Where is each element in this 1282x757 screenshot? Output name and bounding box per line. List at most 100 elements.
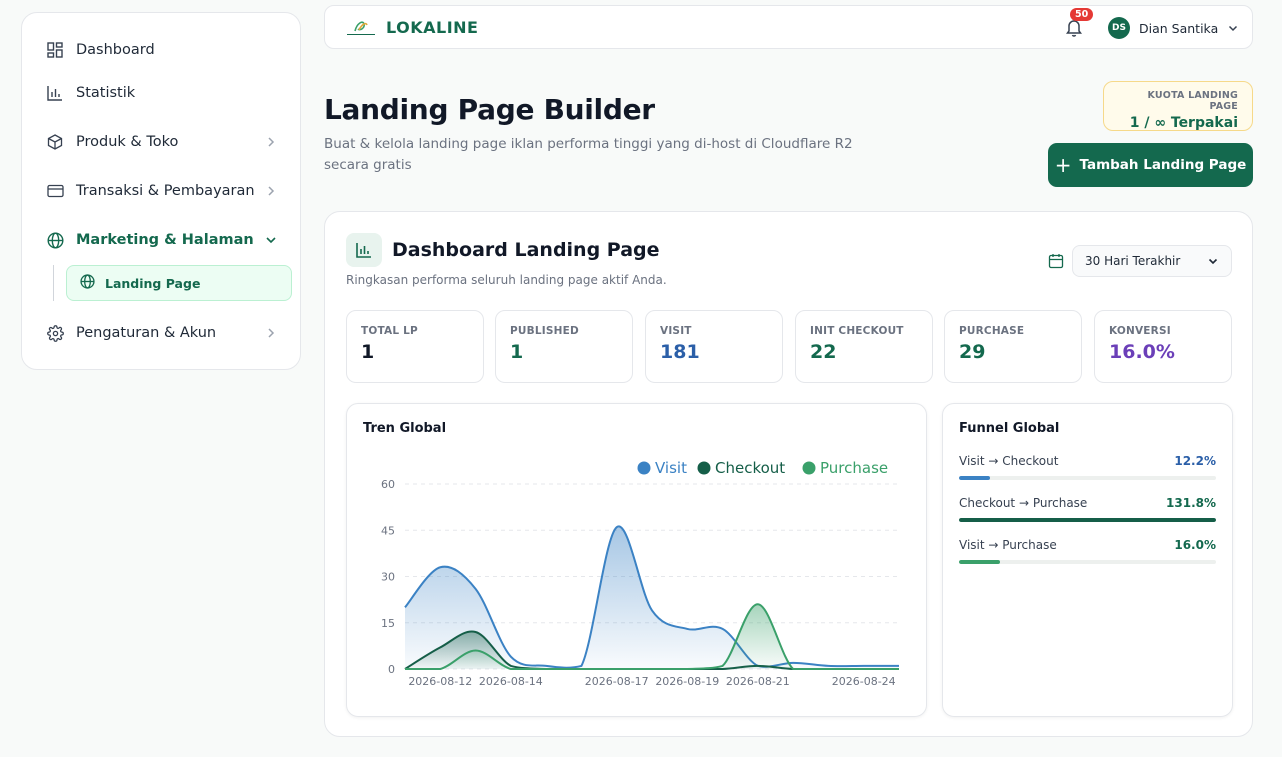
stat-label: INIT CHECKOUT <box>810 325 904 337</box>
stat-total-lp: TOTAL LP 1 <box>346 310 484 383</box>
sidebar-item-statistik[interactable]: Statistik <box>46 78 278 108</box>
x-tick-label: 2026-08-14 <box>479 675 543 688</box>
chevron-right-icon <box>268 186 275 196</box>
bar-chart-icon <box>346 233 382 267</box>
funnel-track <box>959 560 1216 564</box>
chevron-right-icon <box>268 137 275 147</box>
funnel-value: 16.0% <box>1174 538 1216 552</box>
y-tick-label: 60 <box>381 478 395 491</box>
date-range-select[interactable]: 30 Hari Terakhir <box>1072 245 1232 277</box>
funnel-row: Checkout → Purchase 131.8% <box>959 496 1216 522</box>
add-landing-page-button[interactable]: + Tambah Landing Page <box>1048 143 1253 187</box>
trend-chart[interactable]: 0 15 30 45 60 2026-08-12 2026-08-14 2026-08-17 2… <box>347 404 926 716</box>
chevron-down-icon <box>1229 25 1238 32</box>
stat-value: 29 <box>959 341 986 363</box>
funnel-fill <box>959 560 1001 564</box>
stat-init-checkout: INIT CHECKOUT 22 <box>795 310 933 383</box>
sidebar-item-marketing[interactable]: Marketing & Halaman <box>46 225 278 255</box>
sidebar-item-transaksi[interactable]: Transaksi & Pembayaran <box>46 176 278 206</box>
sidebar-item-label: Dashboard <box>76 42 155 58</box>
stat-label: TOTAL LP <box>361 325 418 337</box>
sidebar: Dashboard Statistik Produk & Toko Transa… <box>21 12 301 370</box>
box-icon <box>46 133 64 151</box>
date-range-value: 30 Hari Terakhir <box>1085 254 1181 268</box>
stat-published: PUBLISHED 1 <box>495 310 633 383</box>
stat-visit: VISIT 181 <box>645 310 783 383</box>
stat-value: 181 <box>660 341 700 363</box>
globe-icon <box>46 231 64 249</box>
sidebar-item-pengaturan[interactable]: Pengaturan & Akun <box>46 318 278 348</box>
x-tick-label: 2026-08-21 <box>726 675 790 688</box>
y-tick-label: 30 <box>381 571 395 584</box>
dashboard-subtitle: Ringkasan performa seluruh landing page … <box>346 273 667 287</box>
credit-card-icon <box>46 182 64 200</box>
funnel-title: Funnel Global <box>959 421 1060 436</box>
funnel-track <box>959 476 1216 480</box>
brand-name[interactable]: LOKALINE <box>386 18 478 37</box>
dashboard-title: Dashboard Landing Page <box>392 239 660 261</box>
funnel-fill <box>959 518 1216 522</box>
stat-value: 16.0% <box>1109 341 1175 363</box>
funnel-value: 12.2% <box>1174 454 1216 468</box>
chevron-right-icon <box>268 328 275 338</box>
legend-marker-checkout <box>697 461 711 475</box>
y-tick-label: 0 <box>388 663 395 676</box>
sidebar-item-produk-toko[interactable]: Produk & Toko <box>46 127 278 157</box>
stat-value: 1 <box>510 341 524 363</box>
page-title: Landing Page Builder <box>324 93 655 126</box>
lokaline-logo[interactable] <box>345 17 377 39</box>
funnel-fill <box>959 476 991 480</box>
legend-label-visit: Visit <box>655 459 687 477</box>
sidebar-item-dashboard[interactable]: Dashboard <box>46 35 278 65</box>
stat-konversi: KONVERSI 16.0% <box>1094 310 1232 383</box>
y-tick-label: 45 <box>381 524 395 537</box>
funnel-row: Visit → Checkout 12.2% <box>959 454 1216 480</box>
topbar: LOKALINE 50 DS Dian Santika <box>324 5 1253 49</box>
chevron-down-icon <box>1208 258 1218 265</box>
page-subtitle: Buat & kelola landing page iklan perform… <box>324 136 853 173</box>
sidebar-subitem-label: Landing Page <box>105 275 201 291</box>
dashboard-icon <box>46 41 64 59</box>
legend-marker-purchase <box>802 461 816 475</box>
stat-value: 22 <box>810 341 837 363</box>
x-tick-label: 2026-08-24 <box>832 675 896 688</box>
funnel-value: 131.8% <box>1166 496 1216 510</box>
stat-value: 1 <box>361 341 375 363</box>
chevron-down-icon <box>266 237 276 244</box>
sidebar-item-label: Pengaturan & Akun <box>76 325 217 341</box>
avatar: DS <box>1108 17 1130 39</box>
add-landing-page-label: Tambah Landing Page <box>1079 157 1247 173</box>
stat-label: PURCHASE <box>959 325 1025 337</box>
x-tick-label: 2026-08-17 <box>585 675 649 688</box>
quota-value: 1 / ∞ Terpakai <box>1129 115 1238 131</box>
funnel-track <box>959 518 1216 522</box>
stat-label: PUBLISHED <box>510 325 579 337</box>
funnel-panel: Funnel Global Visit → Checkout 12.2% Che… <box>942 403 1233 717</box>
calendar-icon <box>1048 254 1064 269</box>
legend-label-checkout: Checkout <box>715 459 785 477</box>
quota-label: KUOTA LANDING PAGE <box>1147 90 1238 112</box>
x-tick-label: 2026-08-12 <box>408 675 472 688</box>
legend-label-purchase: Purchase <box>820 459 888 477</box>
trend-chart-panel: Tren Global 0 15 30 45 60 2026-08-12 2026-08-1… <box>346 403 927 717</box>
sidebar-item-label: Statistik <box>76 85 136 101</box>
bar-chart-icon <box>46 84 64 102</box>
gear-icon <box>46 324 64 342</box>
user-menu[interactable]: DS Dian Santika <box>1108 16 1239 40</box>
globe-icon <box>80 273 95 293</box>
user-name: Dian Santika <box>1139 20 1219 36</box>
stat-label: VISIT <box>660 325 692 337</box>
stat-label: KONVERSI <box>1109 325 1171 337</box>
x-tick-label: 2026-08-19 <box>655 675 719 688</box>
plus-icon: + <box>1054 153 1072 177</box>
y-tick-label: 15 <box>381 617 395 630</box>
sidebar-item-label: Marketing & Halaman <box>76 232 254 248</box>
notification-badge: 50 <box>1070 8 1094 21</box>
sidebar-item-landing-page[interactable]: Landing Page <box>66 265 292 301</box>
sidebar-item-label: Transaksi & Pembayaran <box>76 183 255 199</box>
submenu-line <box>53 265 54 301</box>
dashboard-card: Dashboard Landing Page Ringkasan perform… <box>324 211 1253 737</box>
funnel-row: Visit → Purchase 16.0% <box>959 538 1216 564</box>
sidebar-item-label: Produk & Toko <box>76 134 179 150</box>
stat-purchase: PURCHASE 29 <box>944 310 1082 383</box>
